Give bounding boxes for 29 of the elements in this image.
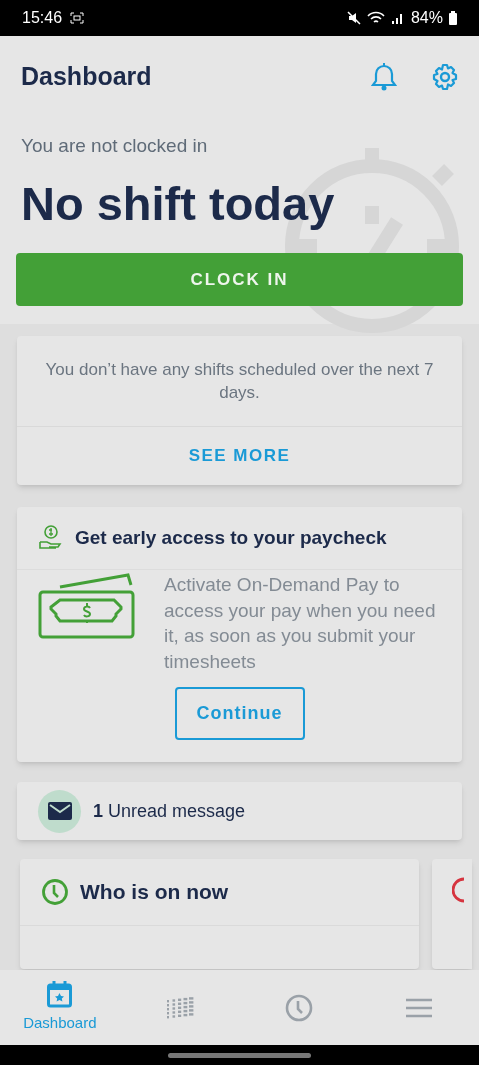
hand-coin-icon xyxy=(39,524,63,551)
notification-bell-icon[interactable] xyxy=(371,62,397,91)
page-title: Dashboard xyxy=(21,61,152,92)
status-time: 15:46 xyxy=(22,8,63,28)
messages-card[interactable]: 1 Unread message xyxy=(17,782,462,840)
settings-icon[interactable] xyxy=(431,62,459,91)
clock-icon xyxy=(452,876,464,904)
mute-icon xyxy=(346,11,361,25)
unread-message-count: 1 Unread message xyxy=(93,799,246,823)
screenshot-icon xyxy=(70,12,85,24)
envelope-icon xyxy=(38,789,81,833)
schedule-message: You don’t have any shifts scheduled over the next 7 days. xyxy=(44,359,435,404)
card-title: Who is on now xyxy=(80,879,229,905)
wifi-icon xyxy=(366,11,385,25)
clock-in-button[interactable]: CLOCK IN xyxy=(16,253,463,306)
clock-icon xyxy=(41,877,69,906)
card-title: Get early access to your paycheck xyxy=(75,525,387,550)
clock-status: You are not clocked in xyxy=(20,133,209,158)
menu-icon xyxy=(406,996,433,1019)
signal-icon xyxy=(390,11,405,25)
battery-icon xyxy=(449,11,457,25)
pay-description: Activate On-Demand Pay to access your pay when you need it, as soon as you submit your timesheets xyxy=(164,573,437,674)
cash-icon xyxy=(38,573,136,639)
battery-level: 84% xyxy=(410,8,443,28)
clock-icon xyxy=(285,993,314,1022)
home-indicator[interactable] xyxy=(168,1052,311,1058)
see-more-link[interactable]: SEE MORE xyxy=(188,443,291,469)
grid-icon xyxy=(165,995,194,1020)
continue-button[interactable]: Continue xyxy=(174,687,305,740)
